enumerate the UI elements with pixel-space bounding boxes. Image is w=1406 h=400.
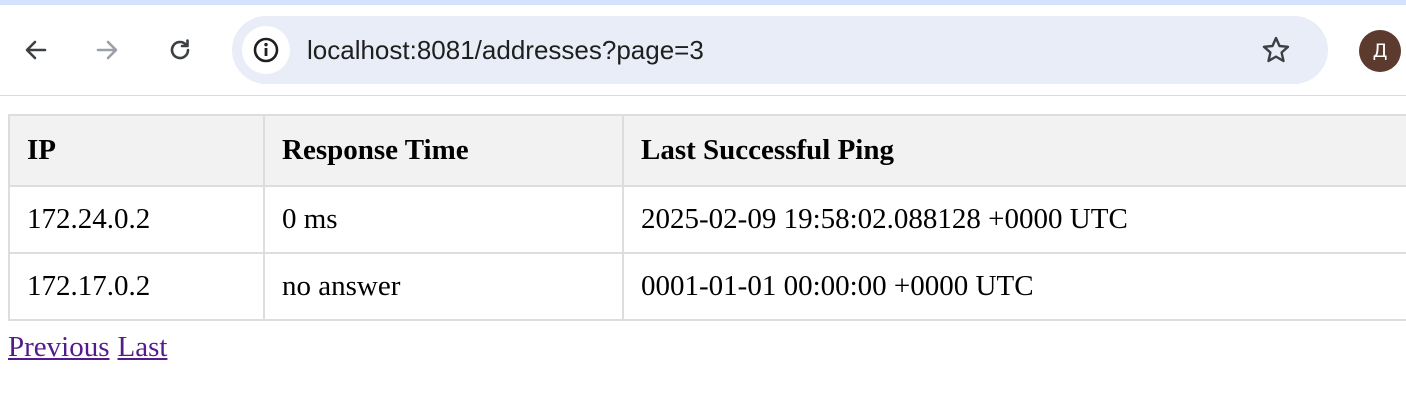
address-bar[interactable]: localhost:8081/addresses?page=3 [232,16,1328,84]
site-info-button[interactable] [242,26,290,74]
url-text[interactable]: localhost:8081/addresses?page=3 [307,16,704,84]
browser-toolbar: localhost:8081/addresses?page=3 Д [0,5,1406,96]
cell-last-ping: 2025-02-09 19:58:02.088128 +0000 UTC [622,185,1406,254]
cell-ip: 172.17.0.2 [8,252,265,321]
page-content: IP Response Time Last Successful Ping 17… [0,96,1406,400]
forward-button[interactable] [84,27,130,73]
reload-button[interactable] [157,27,203,73]
info-icon [253,37,279,63]
arrow-left-icon [25,40,47,60]
cell-response-time: no answer [263,252,624,321]
last-link[interactable]: Last [118,331,168,363]
reload-icon [170,39,190,60]
column-header-last-ping: Last Successful Ping [622,114,1406,187]
cell-last-ping: 0001-01-01 00:00:00 +0000 UTC [622,252,1406,321]
cell-ip: 172.24.0.2 [8,185,265,254]
table-row: 172.24.0.2 0 ms 2025-02-09 19:58:02.0881… [8,185,1406,254]
column-header-response-time: Response Time [263,114,624,187]
addresses-table: IP Response Time Last Successful Ping 17… [8,114,1406,321]
table-header-row: IP Response Time Last Successful Ping [8,114,1406,187]
arrow-right-icon [96,40,118,60]
profile-avatar[interactable]: Д [1359,30,1401,72]
pagination: Previous Last [8,329,175,365]
star-icon [1262,36,1290,63]
table-row: 172.17.0.2 no answer 0001-01-01 00:00:00… [8,252,1406,321]
column-header-ip: IP [8,114,265,187]
back-button[interactable] [13,27,59,73]
bookmark-button[interactable] [1256,30,1296,70]
previous-link[interactable]: Previous [8,331,110,363]
cell-response-time: 0 ms [263,185,624,254]
